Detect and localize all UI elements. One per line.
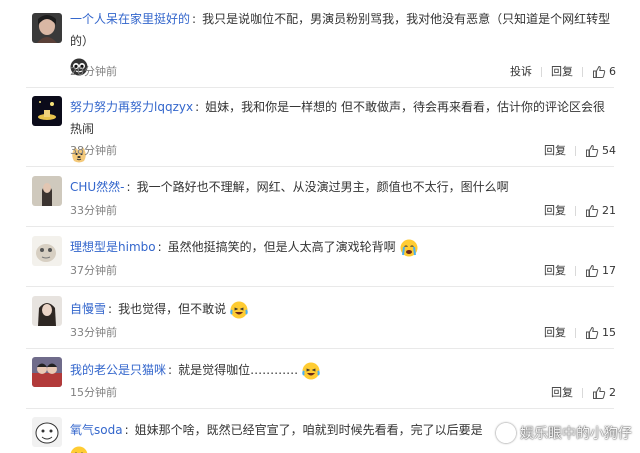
- thumbs-up-icon: [586, 204, 599, 217]
- username-link[interactable]: 自慢雪: [70, 302, 106, 316]
- comment-meta: 33分钟前 回复 15: [70, 324, 616, 342]
- divider: [582, 388, 583, 398]
- watermark: 娱乐眼中的小狗仔: [496, 423, 632, 443]
- comment-meta: 38分钟前 回复 54: [70, 142, 616, 160]
- comment-meta: 37分钟前 回复 17: [70, 262, 616, 280]
- thumbs-up-icon: [586, 144, 599, 157]
- divider: [575, 146, 576, 156]
- like-button[interactable]: 54: [585, 142, 616, 160]
- divider: [575, 206, 576, 216]
- comment-meta: 33分钟前 回复 21: [70, 202, 616, 220]
- timestamp: 20分钟前: [70, 65, 117, 78]
- username-link[interactable]: CHU然然-: [70, 180, 125, 194]
- thumbs-up-icon: [586, 326, 599, 339]
- crying-face-icon: [400, 239, 418, 257]
- report-button[interactable]: 投诉: [510, 63, 532, 81]
- like-button[interactable]: 21: [585, 202, 616, 220]
- divider: [575, 266, 576, 276]
- reply-button[interactable]: 回复: [544, 142, 566, 160]
- timestamp: 33分钟前: [70, 204, 117, 217]
- colon: :: [108, 302, 113, 316]
- like-count: 6: [609, 65, 616, 78]
- username-link[interactable]: 理想型是himbo: [70, 240, 156, 254]
- colon: :: [157, 240, 162, 254]
- like-button[interactable]: 2: [592, 384, 616, 402]
- like-button[interactable]: 15: [585, 324, 616, 342]
- like-count: 17: [602, 264, 616, 277]
- laughing-tears-icon: [230, 301, 248, 319]
- avatar[interactable]: [32, 96, 62, 126]
- reply-button[interactable]: 回复: [551, 384, 573, 402]
- like-count: 21: [602, 204, 616, 217]
- watermark-text: 娱乐眼中的小狗仔: [520, 426, 632, 442]
- username-link[interactable]: 我的老公是只猫咪: [70, 363, 166, 377]
- like-count: 2: [609, 386, 616, 399]
- divider: [575, 328, 576, 338]
- timestamp: 37分钟前: [70, 264, 117, 277]
- colon: :: [124, 423, 129, 437]
- like-count: 54: [602, 144, 616, 157]
- reply-button[interactable]: 回复: [544, 262, 566, 280]
- colon: :: [126, 180, 131, 194]
- thumbs-up-icon: [593, 65, 606, 78]
- smile-face-icon: [70, 446, 88, 453]
- separator: [26, 348, 614, 349]
- comment-meta: 20分钟前 投诉 回复 6: [70, 63, 616, 81]
- separator: [26, 286, 614, 287]
- separator: [26, 226, 614, 227]
- comment-text: 我一个路好也不理解，网红、从没演过男主，颜值也不太行，图什么啊: [136, 180, 509, 194]
- comment-text: 就是觉得咖位…………: [178, 363, 299, 377]
- colon: :: [192, 12, 197, 26]
- avatar[interactable]: [32, 296, 62, 326]
- colon: :: [195, 100, 200, 114]
- comment-body: 我的老公是只猫咪: 就是觉得咖位…………: [70, 359, 616, 381]
- comment-body: 理想型是himbo: 虽然他挺搞笑的，但是人太高了演戏轮背啊: [70, 236, 616, 258]
- separator: [26, 166, 614, 167]
- thumbs-up-icon: [593, 386, 606, 399]
- avatar[interactable]: [32, 417, 62, 447]
- separator: [26, 87, 614, 88]
- timestamp: 33分钟前: [70, 326, 117, 339]
- separator: [26, 408, 614, 409]
- comment-text: 我也觉得，但不敢说: [118, 302, 227, 316]
- comment-body: CHU然然-: 我一个路好也不理解，网红、从没演过男主，颜值也不太行，图什么啊: [70, 176, 616, 198]
- comment-list: 一个人呆在家里挺好的: 我只是说咖位不配，男演员粉别骂我，我对他没有恶意（只知道是…: [0, 0, 640, 453]
- colon: :: [168, 363, 173, 377]
- comment-text: 虽然他挺搞笑的，但是人太高了演戏轮背啊: [167, 240, 396, 254]
- timestamp: 15分钟前: [70, 386, 117, 399]
- comment-body: 自慢雪: 我也觉得，但不敢说: [70, 298, 616, 320]
- watermark-logo-icon: [496, 423, 516, 443]
- reply-button[interactable]: 回复: [551, 63, 573, 81]
- thumbs-up-icon: [586, 264, 599, 277]
- like-button[interactable]: 17: [585, 262, 616, 280]
- laughing-tears-icon: [302, 362, 320, 380]
- reply-button[interactable]: 回复: [544, 324, 566, 342]
- reply-button[interactable]: 回复: [544, 202, 566, 220]
- username-link[interactable]: 氧气soda: [70, 423, 123, 437]
- username-link[interactable]: 努力努力再努力lqqzyx: [70, 100, 193, 114]
- avatar[interactable]: [32, 236, 62, 266]
- divider: [582, 67, 583, 77]
- username-link[interactable]: 一个人呆在家里挺好的: [70, 12, 190, 26]
- comment-meta: 15分钟前 回复 2: [70, 384, 616, 402]
- comment-text: 姐妹那个啥，既然已经官宣了，咱就到时候先看看，完了以后要是: [134, 423, 483, 437]
- avatar[interactable]: [32, 176, 62, 206]
- divider: [541, 67, 542, 77]
- like-count: 15: [602, 326, 616, 339]
- avatar[interactable]: [32, 13, 62, 43]
- avatar[interactable]: [32, 357, 62, 387]
- like-button[interactable]: 6: [592, 63, 616, 81]
- timestamp: 38分钟前: [70, 144, 117, 157]
